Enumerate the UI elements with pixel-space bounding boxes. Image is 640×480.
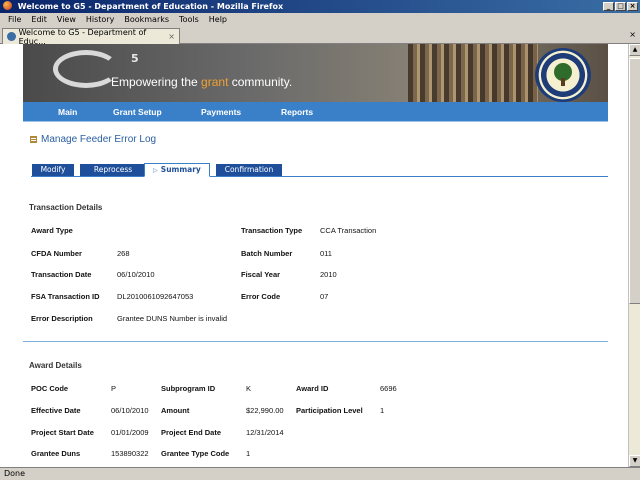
menu-edit[interactable]: Edit [26, 15, 52, 24]
cfda-number-label: CFDA Number [31, 249, 82, 258]
error-code-value: 07 [320, 292, 329, 301]
project-start-date-label: Project Start Date [31, 428, 94, 437]
section-divider [23, 341, 608, 342]
close-tab-icon[interactable]: × [629, 30, 636, 39]
nav-main[interactable]: Main [58, 107, 77, 117]
tab-confirmation[interactable]: Confirmation [216, 164, 282, 176]
page-title-text: Manage Feeder Error Log [41, 134, 157, 145]
award-id-label: Award ID [296, 384, 329, 393]
scroll-up-arrow-icon[interactable]: ▲ [629, 44, 640, 56]
subprogram-id-label: Subprogram ID [161, 384, 216, 393]
window-title: Welcome to G5 - Department of Education … [17, 2, 284, 11]
scroll-down-arrow-icon[interactable]: ▼ [629, 455, 640, 467]
batch-number-value: 011 [320, 249, 332, 258]
fsa-transaction-id-value: DL2010061092647053 [117, 292, 194, 301]
participation-level-label: Participation Level [296, 406, 363, 415]
maximize-button[interactable]: □ [615, 2, 626, 11]
browser-viewport: 5 Empowering the grant community. Main G… [0, 44, 628, 467]
banner-library-image [408, 44, 538, 102]
cfda-number-value: 268 [117, 249, 130, 258]
amount-label: Amount [161, 406, 190, 415]
grantee-type-code-value: 1 [246, 449, 251, 458]
poc-code-label: POC Code [31, 384, 69, 393]
list-icon [30, 136, 37, 143]
fiscal-year-value: 2010 [320, 270, 337, 279]
fsa-transaction-id-label: FSA Transaction ID [31, 292, 100, 301]
subprogram-id-value: K [246, 384, 252, 393]
nav-payments[interactable]: Payments [201, 107, 241, 117]
browser-tab[interactable]: Welcome to G5 - Department of Educ... × [2, 27, 180, 46]
menu-file[interactable]: File [3, 15, 26, 24]
minimize-button[interactable]: _ [603, 2, 614, 11]
window-controls: _ □ × [603, 2, 638, 11]
tab-close-icon[interactable]: × [168, 32, 175, 41]
firefox-icon [3, 1, 12, 10]
tab-summary[interactable]: ▷ Summary [144, 163, 210, 177]
transaction-details-heading: Transaction Details [29, 203, 103, 212]
error-description-label: Error Description [31, 314, 93, 323]
transaction-date-label: Transaction Date [31, 270, 92, 279]
menu-bookmarks[interactable]: Bookmarks [119, 15, 174, 24]
arrow-right-icon: ▷ [153, 167, 158, 174]
project-end-date-value: 12/31/2014 [246, 428, 284, 437]
award-type-label: Award Type [31, 226, 73, 235]
grantee-duns-label: Grantee Duns [31, 449, 81, 458]
site-favicon-icon [7, 32, 16, 41]
project-end-date-label: Project End Date [161, 428, 222, 437]
vertical-scrollbar[interactable]: ▲ ▼ [628, 44, 640, 467]
transaction-date-value: 06/10/2010 [117, 270, 155, 279]
participation-level-value: 1 [380, 406, 385, 415]
page-content: 5 Empowering the grant community. Main G… [23, 44, 608, 467]
grantee-type-code-label: Grantee Type Code [161, 449, 230, 458]
g5-banner: 5 Empowering the grant community. [23, 44, 608, 102]
department-seal-icon [535, 48, 591, 102]
banner-tagline: Empowering the grant community. [111, 75, 293, 89]
subtab-bar: Modify Reprocess ▷ Summary Confirmation [31, 163, 608, 177]
poc-code-value: P [111, 384, 117, 393]
menu-history[interactable]: History [81, 15, 119, 24]
page-title: Manage Feeder Error Log [30, 134, 156, 145]
award-id-value: 6696 [380, 384, 397, 393]
error-code-label: Error Code [241, 292, 281, 301]
transaction-type-value: CCA Transaction [320, 226, 377, 235]
error-description-value: Grantee DUNS Number is invalid [117, 314, 228, 323]
nav-grant-setup[interactable]: Grant Setup [113, 107, 162, 117]
scroll-thumb[interactable] [629, 58, 640, 304]
g5-logo [53, 50, 119, 88]
fiscal-year-label: Fiscal Year [241, 270, 281, 279]
main-nav: Main Grant Setup Payments Reports [23, 102, 608, 122]
browser-tab-bar: Welcome to G5 - Department of Educ... × … [0, 26, 640, 46]
browser-tab-title: Welcome to G5 - Department of Educ... [18, 27, 147, 46]
effective-date-label: Effective Date [31, 406, 81, 415]
menu-help[interactable]: Help [204, 15, 232, 24]
nav-reports[interactable]: Reports [281, 107, 313, 117]
menu-tools[interactable]: Tools [174, 15, 204, 24]
effective-date-value: 06/10/2010 [111, 406, 149, 415]
award-details-heading: Award Details [29, 361, 82, 370]
amount-value: $22,990.00 [246, 406, 284, 415]
status-text: Done [4, 469, 26, 478]
tab-reprocess[interactable]: Reprocess [80, 164, 146, 176]
menu-view[interactable]: View [52, 15, 81, 24]
window-titlebar: Welcome to G5 - Department of Education … [0, 0, 640, 13]
transaction-type-label: Transaction Type [241, 226, 303, 235]
status-bar: Done [0, 467, 640, 480]
g5-logo-superscript: 5 [131, 52, 139, 65]
batch-number-label: Batch Number [241, 249, 293, 258]
menu-bar: File Edit View History Bookmarks Tools H… [0, 13, 640, 26]
project-start-date-value: 01/01/2009 [111, 428, 149, 437]
tab-modify[interactable]: Modify [32, 164, 74, 176]
grantee-duns-value: 153890322 [111, 449, 149, 458]
close-button[interactable]: × [627, 2, 638, 11]
